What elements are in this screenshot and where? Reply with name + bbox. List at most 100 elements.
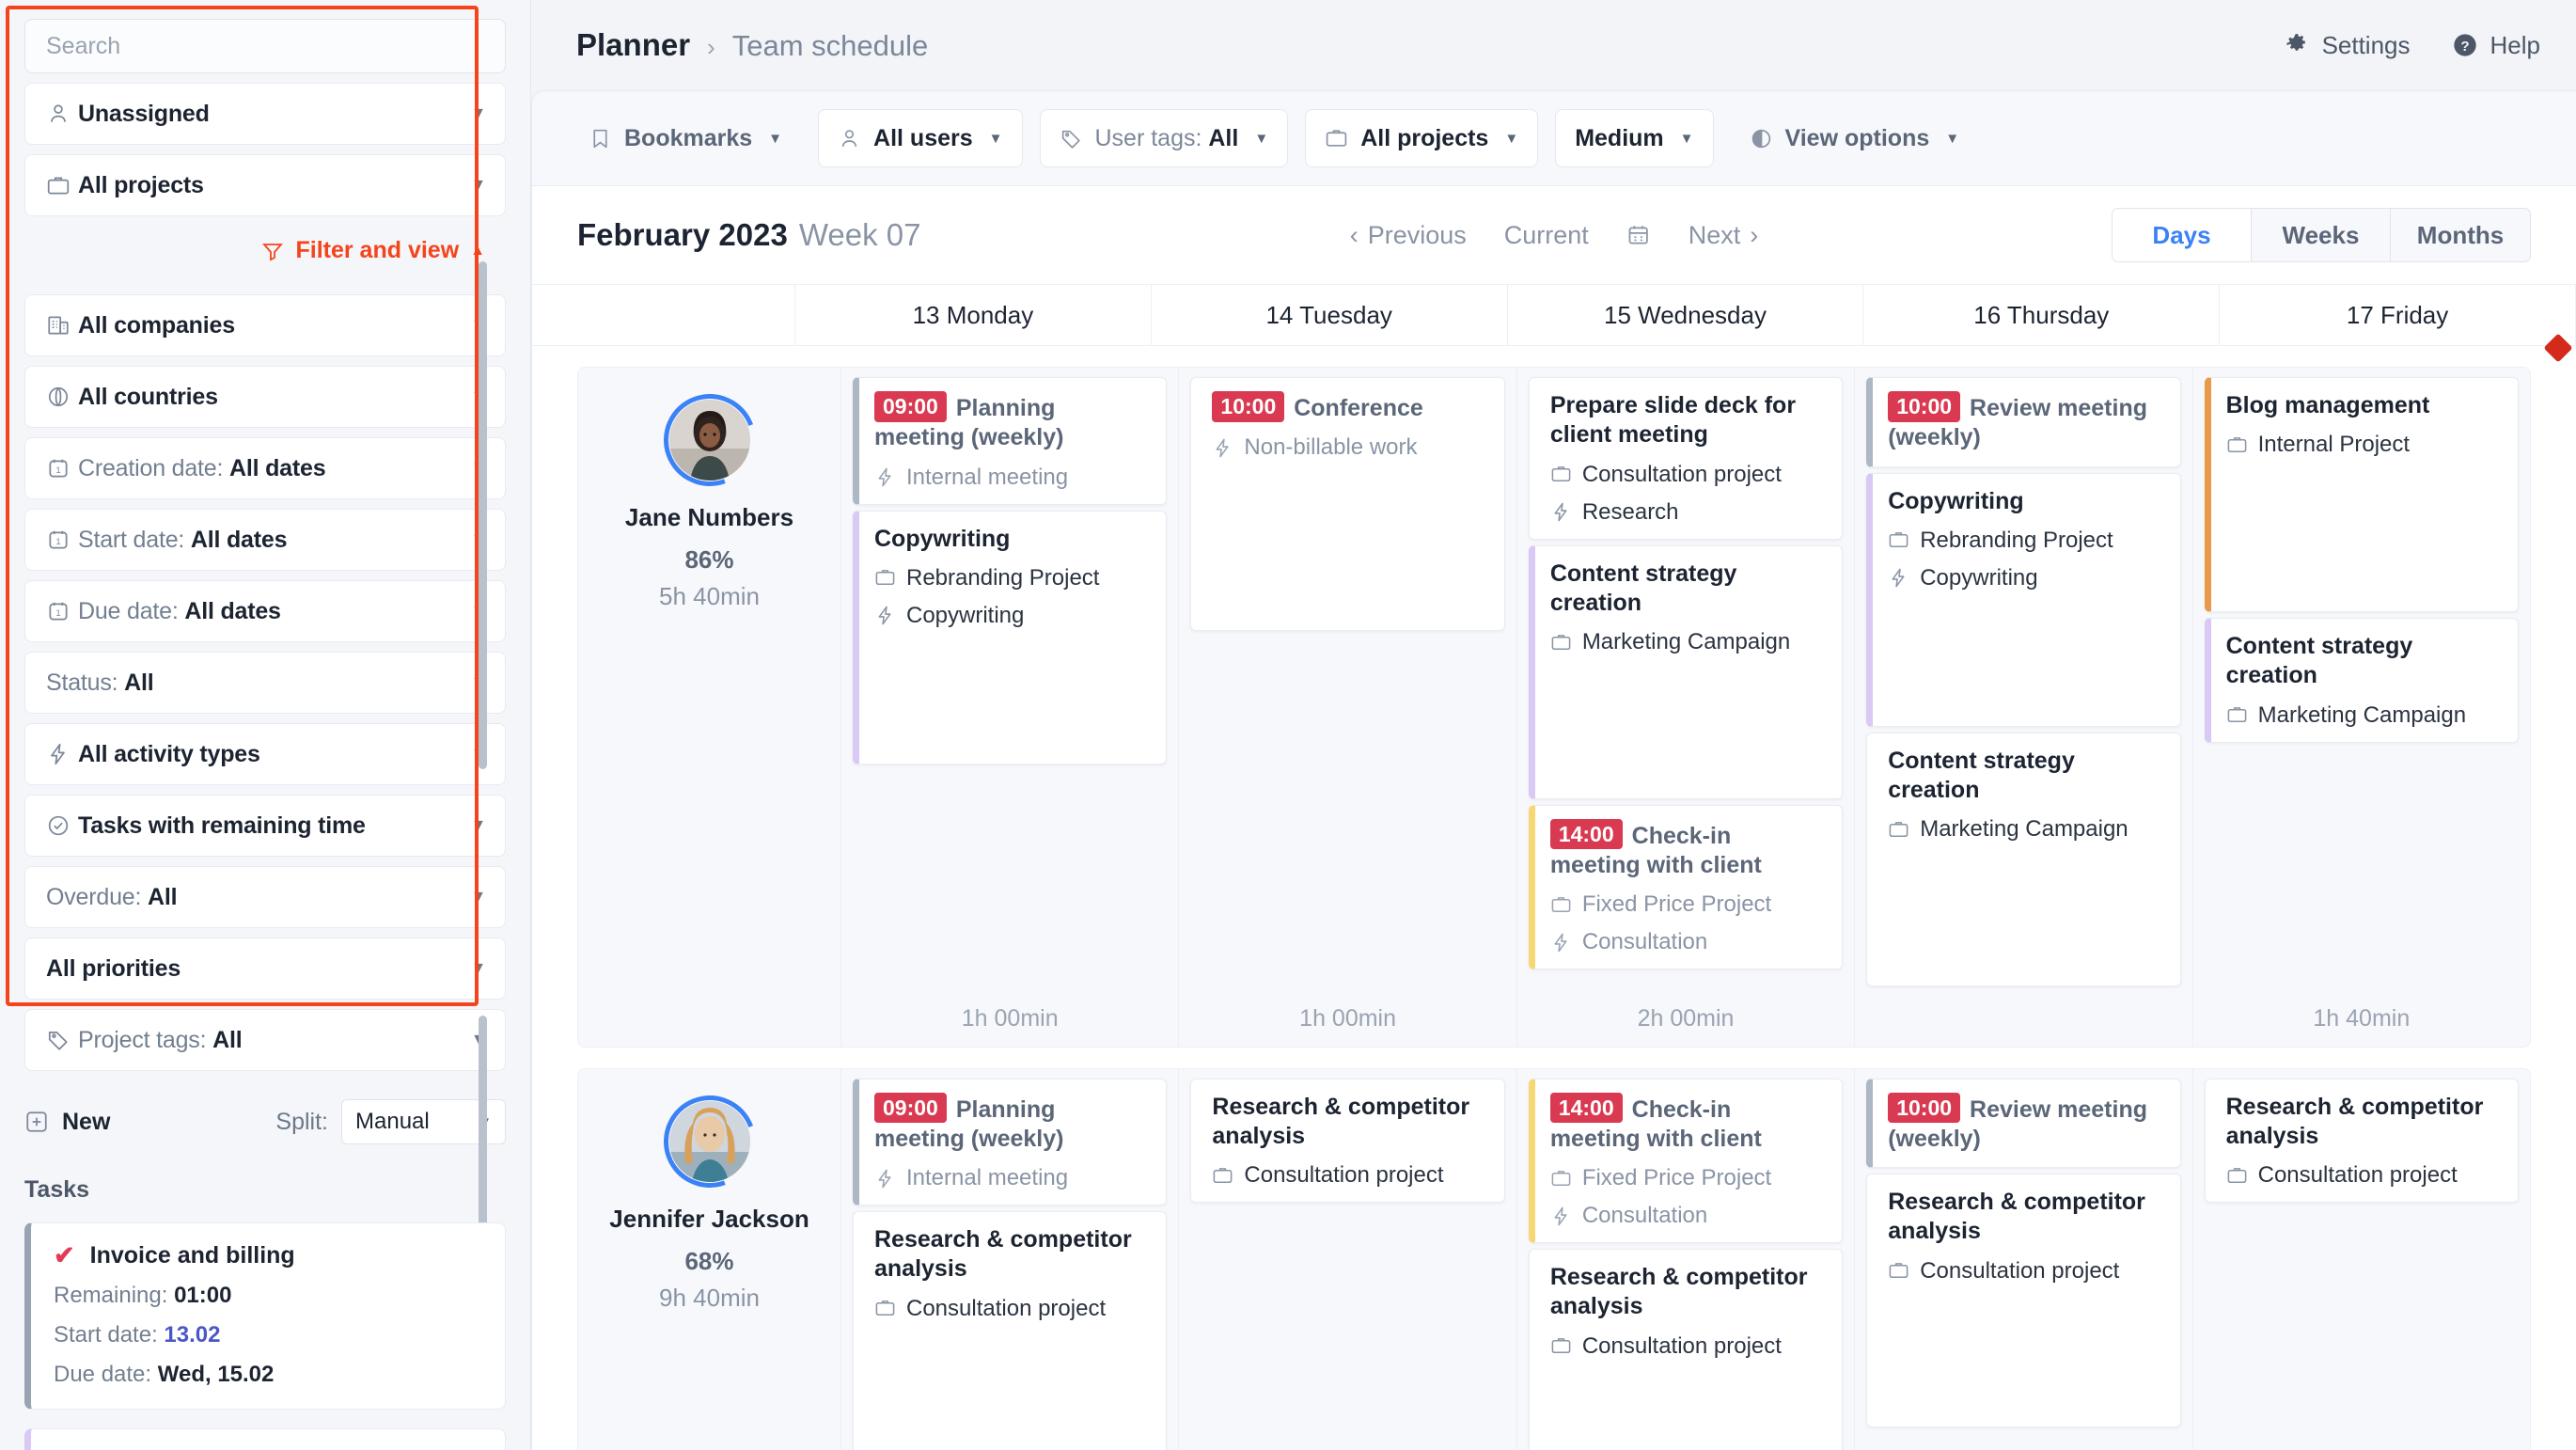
avatar[interactable] — [648, 378, 771, 502]
event-detail-line: Consultation project — [1550, 1333, 1825, 1360]
event-detail-line: Consultation project — [1550, 462, 1825, 488]
chevron-down-icon[interactable]: ▼ — [768, 131, 782, 147]
event-card[interactable]: Research & competitor analysis Consultati… — [2204, 1078, 2520, 1203]
event-card[interactable]: 14:00 Check-in meeting with client Fixed P… — [1528, 804, 1844, 969]
event-card[interactable]: Blog management Internal Project — [2204, 377, 2520, 612]
event-card[interactable]: Prepare slide deck for client meeting Con… — [1528, 377, 1844, 540]
new-button-label: New — [62, 1108, 111, 1135]
sidebar-filter-project-tags[interactable]: Project tags: All▼ — [24, 1009, 506, 1071]
event-card[interactable]: Content strategy creation Marketing Campa… — [1866, 732, 2181, 986]
event-title: 09:00 Planning meeting (weekly) — [874, 391, 1149, 453]
day-header-14-tuesday: 14 Tuesday — [1152, 285, 1508, 345]
help-button[interactable]: ? Help — [2452, 31, 2540, 60]
range-days-button[interactable]: Days — [2113, 209, 2252, 261]
search-input[interactable]: Search — [24, 19, 506, 73]
toolbar-user-tags-button[interactable]: User tags: All ▼ — [1039, 109, 1289, 167]
day-column-events: 10:00 Review meeting (weekly) Research & c… — [1855, 1069, 2191, 1450]
sidebar-filter-due-date[interactable]: 1Due date: All dates▼ — [24, 580, 506, 642]
event-card[interactable]: Research & competitor analysis Consultati… — [1528, 1249, 1844, 1450]
current-button[interactable]: Current — [1504, 221, 1589, 250]
day-column[interactable]: 10:00 Review meeting (weekly) Copywriting R… — [1855, 368, 2193, 1047]
toolbar-bookmarks-button[interactable]: Bookmarks ▼ — [570, 109, 801, 167]
sidebar-filter-all-activity-types[interactable]: All activity types▼ — [24, 723, 506, 785]
sidebar-filter-tasks-with-remaining-time[interactable]: Tasks with remaining time ▼ — [24, 795, 506, 857]
toolbar-medium-button[interactable]: Medium ▼ — [1555, 109, 1714, 167]
briefcase-icon — [1888, 819, 1909, 841]
event-card[interactable]: 14:00 Check-in meeting with client Fixed P… — [1528, 1078, 1844, 1243]
event-card[interactable]: 10:00 Review meeting (weekly) — [1866, 1078, 2181, 1168]
user-cell[interactable]: Jane Numbers 86% 5h 40min — [578, 368, 841, 1047]
event-detail-line: Marketing Campaign — [1550, 629, 1825, 655]
user-name: Jennifer Jackson — [609, 1204, 809, 1233]
day-column[interactable]: Research & competitor analysis Consultati… — [1179, 1068, 1517, 1450]
sidebar-filter-all-countries[interactable]: All countries▼ — [24, 366, 506, 428]
avatar[interactable] — [648, 1080, 771, 1203]
chevron-down-icon[interactable]: ▼ — [989, 131, 1003, 147]
check-icon[interactable]: ✔ — [54, 1243, 75, 1269]
sidebar-filter-status[interactable]: Status: All▼ — [24, 652, 506, 714]
calendar-picker-button[interactable] — [1626, 223, 1651, 247]
sidebar-filter-all-companies[interactable]: All companies▼ — [24, 294, 506, 356]
breadcrumb-root[interactable]: Planner — [576, 27, 690, 63]
range-weeks-button[interactable]: Weeks — [2252, 209, 2391, 261]
chevron-down-icon[interactable]: ▼ — [1254, 131, 1268, 147]
toolbar-view-options-button[interactable]: View options ▼ — [1731, 109, 1979, 167]
event-card[interactable]: 10:00 Review meeting (weekly) — [1866, 377, 2181, 467]
filter-toolbar: Bookmarks ▼ All users ▼ User tags: All ▼ All p… — [532, 91, 2576, 185]
chevron-down-icon[interactable]: ▼ — [471, 818, 486, 833]
day-column[interactable]: 14:00 Check-in meeting with client Fixed P… — [1517, 1068, 1856, 1450]
bolt-icon — [46, 742, 78, 766]
new-button[interactable]: New — [24, 1109, 110, 1136]
event-card[interactable]: Research & competitor analysis Consultati… — [1866, 1174, 2181, 1427]
event-card[interactable]: Content strategy creation Marketing Campa… — [2204, 618, 2520, 743]
day-column[interactable]: 10:00 Review meeting (weekly) Research & c… — [1855, 1068, 2193, 1450]
chevron-down-icon[interactable]: ▼ — [471, 178, 486, 193]
previous-button[interactable]: ‹ Previous — [1350, 221, 1467, 250]
chevron-up-icon[interactable]: ▲ — [470, 243, 485, 260]
toolbar-all-users-button[interactable]: All users ▼ — [818, 109, 1023, 167]
remaining-value: 01:00 — [174, 1283, 232, 1308]
user-icon — [46, 102, 78, 126]
chevron-left-icon: ‹ — [1349, 220, 1359, 249]
sidebar-filter-all-projects[interactable]: All projects ▼ — [24, 154, 506, 216]
sidebar-filter-overdue[interactable]: Overdue: All ▼ — [24, 866, 506, 928]
day-header-15-wednesday: 15 Wednesday — [1508, 285, 1864, 345]
event-card[interactable]: 10:00 Conference Non-billable work — [1190, 377, 1505, 631]
chevron-down-icon[interactable]: ▼ — [1504, 131, 1518, 147]
chevron-down-icon[interactable]: ▼ — [1680, 131, 1694, 147]
day-column[interactable]: Blog management Internal Project Content s… — [2193, 368, 2530, 1047]
sidebar-filter-start-date[interactable]: 1Start date: All dates▼ — [24, 509, 506, 571]
filter-and-view-toggle[interactable]: Filter and view ▲ — [24, 216, 506, 285]
sidebar-filter-creation-date[interactable]: 1Creation date: All dates▼ — [24, 437, 506, 499]
event-card[interactable]: 09:00 Planning meeting (weekly) Internal m… — [853, 377, 1168, 505]
task-card-strategy-planning[interactable]: ✔ Strategy planning Rebranding Project — [24, 1428, 506, 1450]
sidebar-scrollbar-filters[interactable] — [479, 261, 487, 769]
toolbar-all-projects-button[interactable]: All projects ▼ — [1305, 109, 1539, 167]
event-detail-line: Copywriting — [1888, 565, 2162, 591]
sidebar-filter-unassigned[interactable]: Unassigned ▼ — [24, 83, 506, 145]
chevron-down-icon[interactable]: ▼ — [471, 890, 486, 905]
day-column[interactable]: 09:00 Planning meeting (weekly) Internal m… — [841, 1068, 1180, 1450]
svg-text:1: 1 — [55, 608, 60, 618]
day-column[interactable]: 10:00 Conference Non-billable work 1h 00min — [1179, 368, 1517, 1047]
day-column[interactable]: 09:00 Planning meeting (weekly) Internal m… — [841, 368, 1180, 1047]
event-card[interactable]: Content strategy creation Marketing Campa… — [1528, 544, 1844, 799]
event-title: 14:00 Check-in meeting with client — [1549, 1092, 1825, 1155]
event-card[interactable]: 09:00 Planning meeting (weekly) Internal m… — [853, 1078, 1168, 1206]
chevron-down-icon[interactable]: ▼ — [471, 961, 486, 976]
settings-button[interactable]: Settings — [2284, 31, 2411, 60]
settings-label: Settings — [2321, 30, 2411, 59]
user-cell[interactable]: Jennifer Jackson 68% 9h 40min — [578, 1068, 841, 1450]
event-card[interactable]: Research & competitor analysis Consultati… — [1190, 1078, 1505, 1203]
event-card[interactable]: Copywriting Rebranding Project Copywriting — [853, 510, 1168, 764]
day-column[interactable]: Research & competitor analysis Consultati… — [2193, 1069, 2530, 1450]
sidebar-filter-all-priorities[interactable]: All priorities ▼ — [24, 938, 506, 1000]
task-card-invoice-and-billing[interactable]: ✔ Invoice and billing Remaining: 01:00 S… — [24, 1222, 506, 1410]
next-button[interactable]: Next › — [1689, 221, 1759, 250]
event-card[interactable]: Copywriting Rebranding Project Copywriting — [1866, 472, 2181, 727]
day-column[interactable]: Prepare slide deck for client meeting Con… — [1517, 368, 1856, 1047]
event-card[interactable]: Research & competitor analysis Consultati… — [853, 1211, 1168, 1450]
range-months-button[interactable]: Months — [2391, 209, 2530, 261]
chevron-down-icon[interactable]: ▼ — [471, 106, 486, 121]
chevron-down-icon[interactable]: ▼ — [1945, 131, 1959, 147]
